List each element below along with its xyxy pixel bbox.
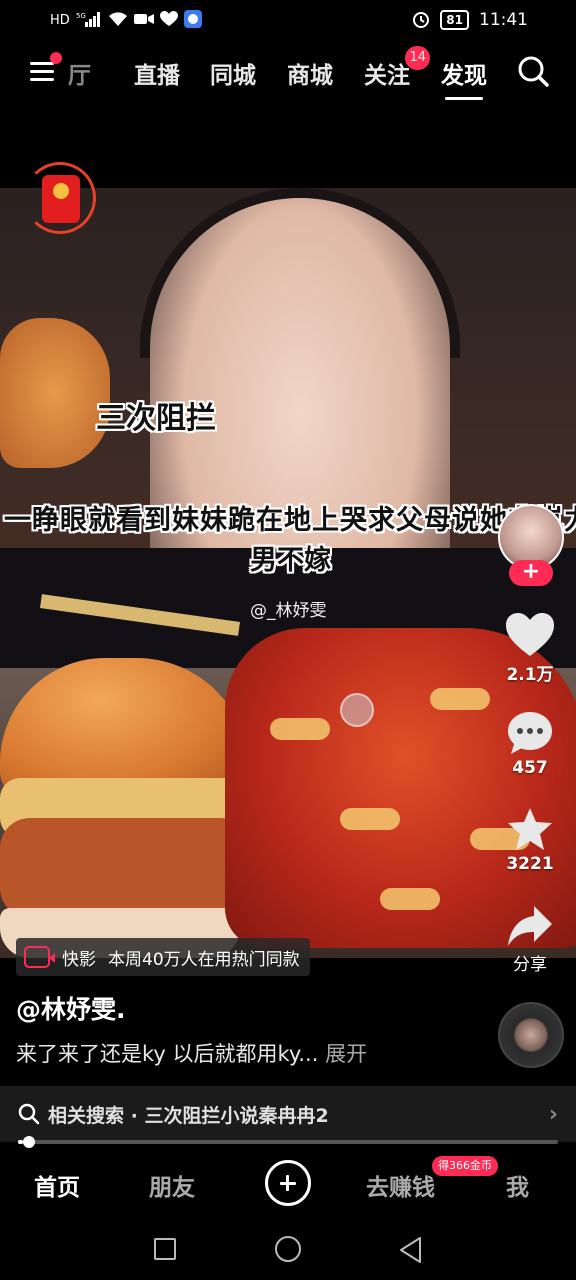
- share-label: 分享: [513, 955, 547, 975]
- tab-following-label: 关注: [364, 63, 410, 89]
- video-icon: [133, 12, 154, 29]
- back-button[interactable]: [398, 1236, 424, 1264]
- hd-icon: HD: [50, 12, 70, 28]
- network-type: 5G: [76, 12, 86, 20]
- subtitle-line-2: 一睁眼就看到妹妹跪在地上哭求父母说她非岚力: [4, 505, 576, 536]
- effect-tag[interactable]: 快影 本周40万人在用热门同款: [16, 938, 310, 976]
- expand-link[interactable]: 展开: [325, 1042, 367, 1066]
- chevron-right-icon: ›: [548, 1101, 558, 1127]
- tab-me[interactable]: 我: [506, 1168, 529, 1202]
- menu-icon[interactable]: [28, 52, 62, 86]
- heart-icon: [159, 10, 178, 30]
- post-description[interactable]: 来了来了还是ky 以后就都用ky... 展开: [16, 1038, 367, 1068]
- author-name[interactable]: @林妤雯.: [16, 990, 126, 1026]
- video-watermark: @_林妤雯: [250, 601, 327, 621]
- coin-badge: 得366金币: [432, 1156, 498, 1176]
- related-search-bar[interactable]: 相关搜索 · 三次阻拦小说秦冉冉2 ›: [0, 1086, 576, 1142]
- search-icon[interactable]: [516, 54, 550, 88]
- description-text: 来了来了还是ky 以后就都用ky...: [16, 1042, 319, 1066]
- burger-chicken: [0, 818, 250, 918]
- kuaiying-icon: [24, 946, 55, 968]
- touch-indicator: [340, 693, 374, 727]
- effect-text: 本周40万人在用热门同款: [108, 949, 300, 970]
- favorite-button[interactable]: 3221: [498, 806, 562, 874]
- tab-live[interactable]: 直播: [134, 56, 180, 90]
- subtitle-line-1: 三次阻拦: [96, 401, 216, 436]
- battery-icon: 81: [440, 10, 469, 30]
- search-icon: [18, 1103, 40, 1125]
- heart-like-icon: [506, 613, 554, 656]
- comment-button[interactable]: 457: [498, 710, 562, 778]
- tab-earn[interactable]: 去赚钱: [366, 1168, 435, 1202]
- tab-following[interactable]: 关注 14: [364, 46, 430, 90]
- subtitle-line-3: 男不嫁: [250, 545, 331, 576]
- music-disc[interactable]: [498, 1002, 564, 1068]
- tab-local[interactable]: 同城: [210, 56, 256, 90]
- recent-apps-button[interactable]: [154, 1238, 176, 1260]
- menu-notification-dot: [50, 52, 62, 64]
- system-nav-bar: [0, 1220, 576, 1280]
- tab-hall[interactable]: 厅: [68, 56, 91, 90]
- like-count: 2.1万: [506, 665, 554, 685]
- video-player[interactable]: 三次阻拦 一睁眼就看到妹妹跪在地上哭求父母说她非岚力 男不嫁 @_林妤雯: [0, 188, 576, 958]
- author-avatar-group[interactable]: +: [496, 504, 566, 586]
- playback-progress-bar[interactable]: [18, 1136, 558, 1148]
- tab-discover-label: 发现: [441, 63, 487, 89]
- effect-name: 快影: [62, 949, 96, 970]
- create-button[interactable]: [265, 1160, 311, 1206]
- sauce-drip: [380, 888, 440, 910]
- progress-knob[interactable]: [23, 1136, 36, 1148]
- red-packet-icon: [42, 175, 80, 223]
- tab-friends[interactable]: 朋友: [149, 1168, 195, 1202]
- following-badge: 14: [405, 46, 430, 70]
- comment-icon: [508, 712, 552, 754]
- tab-discover[interactable]: 发现: [441, 56, 487, 100]
- related-search-text: 相关搜索 · 三次阻拦小说秦冉冉2: [48, 1104, 329, 1127]
- sauce-drip: [340, 808, 400, 830]
- status-bar: HD 5G 81 11:41: [0, 0, 576, 40]
- sauce-drip: [430, 688, 490, 710]
- clock: 11:41: [479, 10, 528, 30]
- follow-button[interactable]: +: [509, 560, 553, 586]
- tab-mall[interactable]: 商城: [287, 56, 333, 90]
- favorite-count: 3221: [506, 854, 554, 874]
- active-tab-indicator: [445, 97, 483, 100]
- red-packet-button[interactable]: [24, 162, 96, 234]
- bottom-tab-bar: 首页 朋友 去赚钱 得366金币 我: [0, 1148, 576, 1220]
- share-button[interactable]: 分享: [498, 904, 562, 975]
- star-icon: [508, 808, 552, 850]
- share-icon: [508, 906, 552, 946]
- like-button[interactable]: 2.1万: [498, 612, 562, 685]
- tab-home[interactable]: 首页: [34, 1168, 80, 1202]
- wifi-icon: [108, 11, 128, 30]
- fried-chicken-image: [0, 318, 110, 468]
- top-nav: 厅 直播 同城 商城 关注 14 发现: [0, 46, 576, 100]
- alarm-icon: [412, 10, 430, 31]
- sauce-drip: [270, 718, 330, 740]
- comment-count: 457: [512, 758, 548, 778]
- home-button[interactable]: [275, 1236, 301, 1262]
- app-icon: [183, 9, 202, 31]
- signal-icon: 5G: [76, 11, 102, 30]
